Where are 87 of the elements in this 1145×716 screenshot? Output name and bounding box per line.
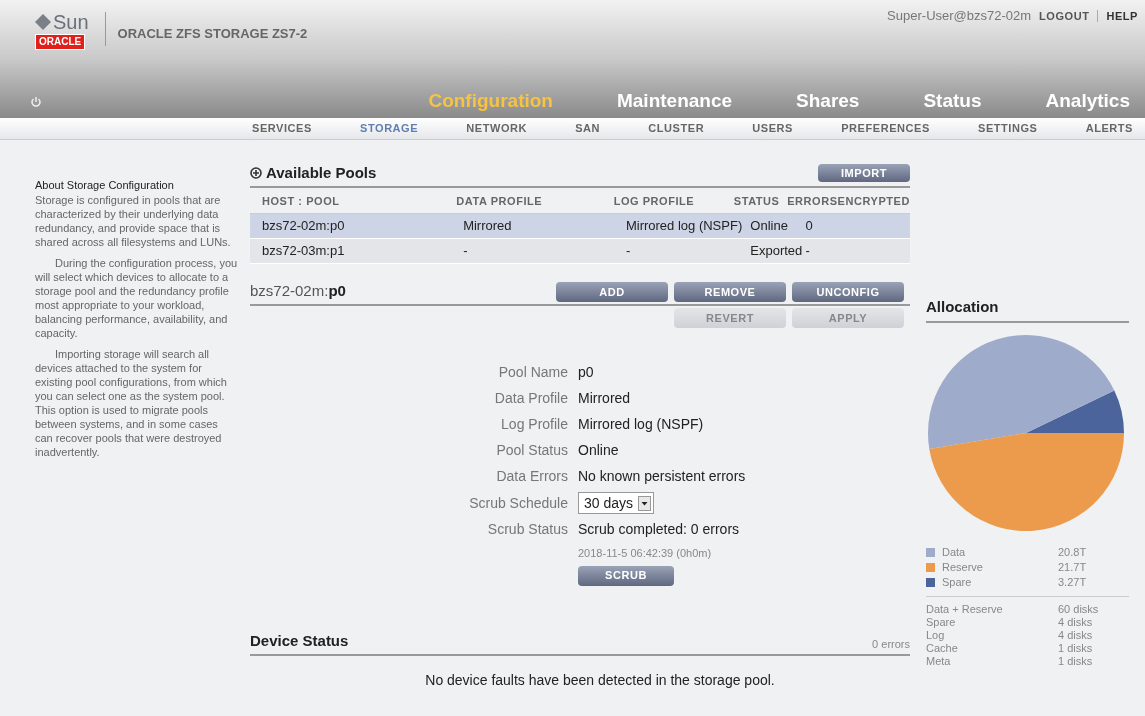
sub-nav-tab[interactable]: NETWORK	[466, 120, 527, 137]
table-cell-text: Online	[750, 216, 789, 235]
section-title: Available Pools	[266, 163, 377, 183]
column-header: ERRORS	[787, 194, 838, 209]
sub-nav-tab[interactable]: SAN	[575, 120, 601, 137]
help-link[interactable]: HELP	[1106, 7, 1138, 24]
error-count: 0 errors	[872, 636, 910, 652]
table-cell-text: Mirrored log (NSPF)	[625, 216, 744, 235]
table-cell-text: -	[625, 241, 632, 260]
action-button[interactable]: UNCONFIG	[792, 282, 904, 302]
disk-count: 4 disks	[1058, 628, 1093, 642]
oracle-badge: ORACLE	[35, 34, 86, 50]
column-header: LOG PROFILE	[613, 194, 696, 209]
logout-link[interactable]: LOGOUT	[1039, 7, 1090, 24]
field-label: Data Profile	[493, 389, 569, 408]
sub-nav-tab[interactable]: CLUSTER	[648, 120, 705, 137]
disk-count: 60 disks	[1058, 602, 1099, 616]
field-value: Online	[578, 441, 619, 460]
legend-value: 20.8T	[1058, 544, 1087, 560]
disk-type: Meta	[926, 654, 952, 668]
main-nav-tab[interactable]: Analytics	[1045, 87, 1130, 116]
field-label: Log Profile	[500, 415, 569, 434]
device-status-message: No device faults have been detected in the storage pool.	[424, 671, 776, 690]
table-cell-text: 0	[805, 216, 814, 235]
main-nav-tab[interactable]: Maintenance	[616, 87, 733, 116]
table-cell-text: Mirrored	[463, 216, 513, 235]
field-label: Pool Name	[497, 363, 569, 382]
pool-title: bzs72-02m:p0	[250, 280, 346, 301]
import-button[interactable]: IMPORT	[818, 163, 910, 182]
disk-type: Cache	[926, 641, 959, 655]
user-name: Super-User@bzs72-02m	[887, 7, 1032, 25]
column-header: HOST : POOL	[262, 194, 341, 209]
sidebar-paragraph: Importing storage will search all devices attached to the system for existing pool configurations, from which you can select one as the system pool. This option is used to migrate pools between systems, and in some cases can recover pools that were destroyed inadvertently.	[35, 347, 228, 459]
product-name: ORACLE ZFS STORAGE ZS7-2	[117, 25, 308, 43]
schedule-select[interactable]: 30 days	[578, 492, 655, 514]
sub-nav-tab[interactable]: ALERTS	[1085, 120, 1133, 137]
section-title: Allocation	[926, 296, 1129, 323]
disk-type: Data + Reserve	[926, 602, 1004, 616]
field-value: Mirrored	[578, 389, 631, 408]
pool-row[interactable]: bzs72-02m:p0 Mirrored Mirrored log (NSPF) Online 0	[250, 213, 910, 239]
field-label: Pool Status	[495, 441, 569, 460]
field-label: Scrub Status	[486, 520, 569, 539]
table-cell-text: -	[805, 241, 811, 260]
field-label: Scrub Schedule	[468, 493, 569, 513]
sub-nav-tab[interactable]: SERVICES	[252, 120, 312, 137]
column-header: DATA PROFILE	[456, 194, 544, 209]
field-label: Data Errors	[495, 467, 569, 486]
disk-count: 1 disks	[1058, 654, 1093, 668]
field-value: No known persistent errors	[578, 467, 746, 486]
scrub-time: 2018-11-5 06:42:39 (0h0m)	[578, 546, 712, 561]
legend-label: Reserve	[942, 559, 984, 575]
disk-count: 4 disks	[1058, 615, 1093, 629]
table-cell-text: bzs72-03m:p1	[262, 241, 346, 260]
legend-value: 3.27T	[1058, 574, 1087, 590]
main-nav-tab[interactable]: Status	[923, 87, 982, 116]
table-cell-text: -	[463, 241, 469, 260]
legend-label: Spare	[942, 574, 973, 590]
disk-type: Log	[926, 628, 946, 642]
brand-name: Sun	[53, 12, 89, 32]
dropdown-icon	[638, 495, 652, 511]
diamond-logo-icon	[35, 14, 51, 30]
sidebar-paragraph: During the configuration process, you will select which devices to allocate to a storage pool and the redundancy profile most appropriate to your workload, balancing performance, availability, and capacity.	[35, 256, 238, 340]
section-title: Device Status	[250, 630, 349, 651]
table-cell-text: bzs72-02m:p0	[262, 216, 346, 235]
table-cell-text: Exported	[750, 241, 804, 260]
scrub-button[interactable]: SCRUB	[578, 565, 674, 586]
field-value: Scrub completed: 0 errors	[578, 520, 740, 539]
sub-nav-tab[interactable]: PREFERENCES	[841, 120, 930, 137]
legend-value: 21.7T	[1058, 559, 1087, 575]
sub-nav-tab[interactable]: USERS	[752, 120, 793, 137]
action-button[interactable]: REMOVE	[674, 282, 786, 302]
field-value: p0	[578, 363, 594, 382]
column-header: ENCRYPTED	[837, 194, 910, 209]
disk-type: Spare	[926, 615, 957, 629]
sidebar-paragraph: Storage is configured in pools that are characterized by their underlying data redundancy, and provide space that is shared across all filesystems and LUNs.	[35, 193, 232, 249]
legend-label: Data	[942, 544, 967, 560]
sub-nav-tab[interactable]: STORAGE	[360, 120, 419, 137]
field-value: Mirrored log (NSPF)	[578, 415, 704, 434]
add-circle-icon[interactable]	[250, 167, 262, 180]
disk-count: 1 disks	[1058, 641, 1093, 655]
sidebar-title: About Storage Configuration	[35, 178, 175, 192]
column-header: STATUS	[733, 194, 781, 209]
power-icon[interactable]	[30, 95, 42, 108]
sub-nav-tab[interactable]: SETTINGS	[978, 120, 1038, 137]
pool-row[interactable]: bzs72-03m:p1 - - Exported -	[250, 238, 910, 264]
action-button[interactable]: ADD	[556, 282, 668, 302]
main-nav-tab[interactable]: Shares	[796, 87, 860, 116]
